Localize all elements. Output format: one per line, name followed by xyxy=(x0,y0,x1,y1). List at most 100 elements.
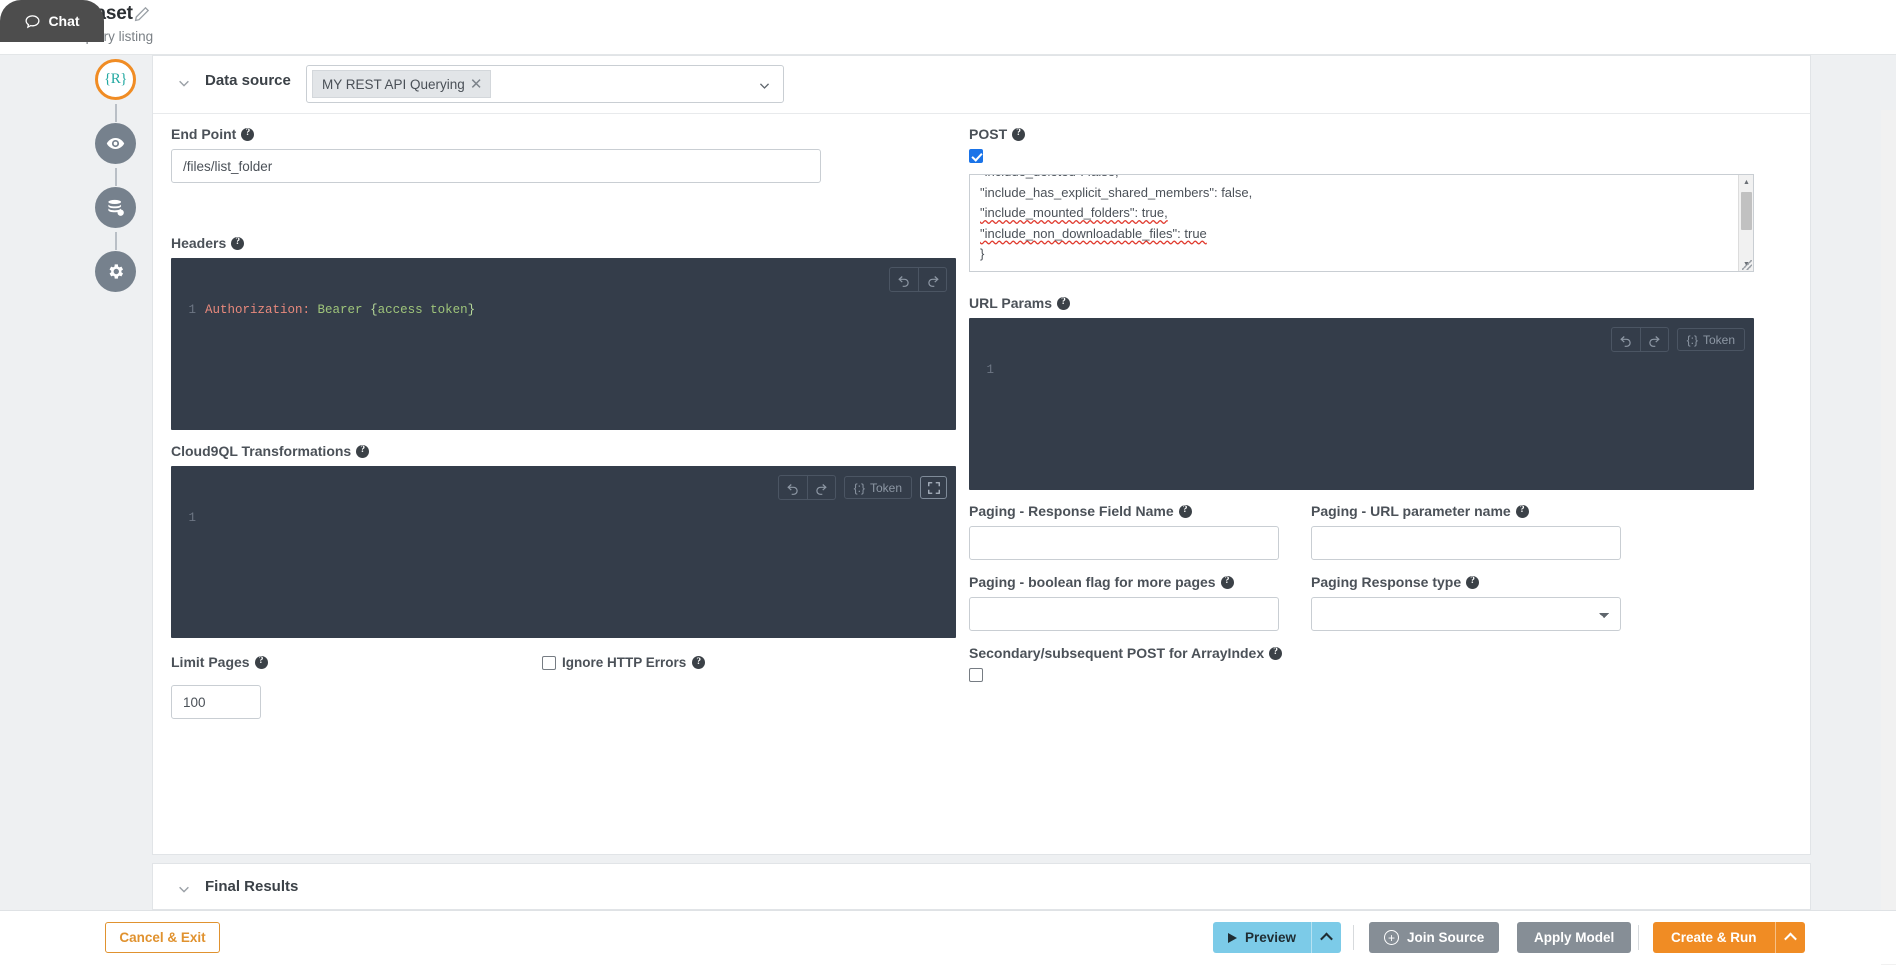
cancel-exit-button[interactable]: Cancel & Exit xyxy=(105,922,220,953)
redo-icon[interactable] xyxy=(1640,328,1668,351)
ignore-http-errors-checkbox[interactable] xyxy=(542,656,556,670)
data-source-row: Data source MY REST API Querying ✕ xyxy=(153,56,1810,114)
token-label: Token xyxy=(1703,333,1735,347)
headers-label-text: Headers xyxy=(171,235,226,251)
join-source-label: Join Source xyxy=(1407,930,1484,945)
pencil-icon[interactable] xyxy=(134,6,150,22)
paging-response-field-group: Paging - Response Field Name ? xyxy=(969,503,1279,560)
post-enabled-checkbox[interactable] xyxy=(969,149,983,163)
sidebar-item-preview[interactable] xyxy=(95,123,136,164)
code-token-key: Authorization: xyxy=(205,303,310,317)
cloud9ql-label-text: Cloud9QL Transformations xyxy=(171,443,351,459)
caret-up-icon xyxy=(1320,933,1333,946)
post-body-textarea[interactable]: "include_deleted": false, "include_has_e… xyxy=(969,174,1754,272)
ignore-http-errors-label: Ignore HTTP Errors xyxy=(562,655,686,670)
undo-icon[interactable] xyxy=(1612,328,1640,351)
create-run-button[interactable]: Create & Run xyxy=(1653,922,1775,953)
help-icon[interactable]: ? xyxy=(1269,647,1282,660)
paging-response-field-label-text: Paging - Response Field Name xyxy=(969,503,1174,519)
help-icon[interactable]: ? xyxy=(255,656,268,669)
left-column: End Point ? Headers ? xyxy=(171,126,971,724)
final-results-title: Final Results xyxy=(205,878,298,895)
post-label-text: POST xyxy=(969,126,1007,142)
plus-circle-icon: + xyxy=(1384,930,1399,945)
url-params-label: URL Params ? xyxy=(969,295,1789,311)
sidebar-item-dataset[interactable] xyxy=(95,187,136,228)
apply-model-button[interactable]: Apply Model xyxy=(1517,922,1631,953)
page-body: {R} xyxy=(0,55,1896,910)
paging-boolean-flag-input[interactable] xyxy=(969,597,1279,631)
help-icon[interactable]: ? xyxy=(1012,128,1025,141)
rest-api-icon: {R} xyxy=(104,71,127,88)
chevron-down-icon[interactable] xyxy=(177,882,191,896)
help-icon[interactable]: ? xyxy=(1466,576,1479,589)
preview-button[interactable]: Preview xyxy=(1213,922,1311,953)
help-icon[interactable]: ? xyxy=(692,656,705,669)
post-body-content: "include_deleted": false, "include_has_e… xyxy=(970,174,1735,269)
data-source-chip-label: MY REST API Querying xyxy=(322,77,465,92)
expand-icon[interactable] xyxy=(920,476,947,499)
help-icon[interactable]: ? xyxy=(241,128,254,141)
help-icon[interactable]: ? xyxy=(356,445,369,458)
paging-response-type-label-text: Paging Response type xyxy=(1311,574,1461,590)
end-point-input[interactable] xyxy=(171,149,821,183)
redo-icon[interactable] xyxy=(918,268,946,291)
help-icon[interactable]: ? xyxy=(1179,505,1192,518)
post-line-2: "include_mounted_folders": true, xyxy=(980,205,1168,220)
help-icon[interactable]: ? xyxy=(231,237,244,250)
headers-editor[interactable]: 1 Authorization: Bearer {access token} xyxy=(171,258,956,430)
line-number: 1 xyxy=(171,510,205,527)
footer-action-bar: Cancel & Exit Preview + Join Source Appl… xyxy=(0,910,1896,964)
url-params-editor-toolbar: {:} Token xyxy=(1611,327,1745,352)
code-token-value: Bearer xyxy=(318,303,363,317)
paging-response-field-input[interactable] xyxy=(969,526,1279,560)
sidebar-item-rest-api[interactable]: {R} xyxy=(95,59,136,100)
create-run-options-button[interactable] xyxy=(1775,922,1805,953)
chevron-down-icon[interactable] xyxy=(758,79,771,92)
chat-widget[interactable]: Chat xyxy=(0,0,104,42)
help-icon[interactable]: ? xyxy=(1221,576,1234,589)
join-source-button[interactable]: + Join Source xyxy=(1369,922,1499,953)
undo-icon[interactable] xyxy=(890,268,918,291)
undo-redo-group xyxy=(778,475,836,500)
help-icon[interactable]: ? xyxy=(1057,297,1070,310)
insert-token-button[interactable]: {:} Token xyxy=(1677,328,1745,351)
ignore-http-errors-row[interactable]: Ignore HTTP Errors ? xyxy=(542,655,705,670)
data-source-chip[interactable]: MY REST API Querying ✕ xyxy=(312,70,491,98)
undo-icon[interactable] xyxy=(779,476,807,499)
redo-icon[interactable] xyxy=(807,476,835,499)
preview-options-button[interactable] xyxy=(1311,922,1341,953)
chevron-down-icon[interactable] xyxy=(177,76,191,90)
rest-api-config-card: Data source MY REST API Querying ✕ End P… xyxy=(152,55,1811,855)
create-run-split-button: Create & Run xyxy=(1653,922,1805,953)
final-results-section: Final Results xyxy=(152,863,1811,910)
sidebar-item-settings[interactable] xyxy=(95,251,136,292)
paging-url-param-input[interactable] xyxy=(1311,526,1621,560)
paging-response-field-label: Paging - Response Field Name ? xyxy=(969,503,1279,519)
chat-label: Chat xyxy=(48,13,79,29)
paging-response-type-select[interactable] xyxy=(1311,597,1621,631)
page-scrollbar[interactable] xyxy=(1881,110,1896,965)
scroll-up-icon[interactable]: ▲ xyxy=(1739,175,1754,189)
cloud9ql-editor[interactable]: {:} Token 1 xyxy=(171,466,956,638)
post-label: POST ? xyxy=(969,126,1789,142)
scrollbar-thumb[interactable] xyxy=(1741,192,1752,230)
secondary-post-label-text: Secondary/subsequent POST for ArrayIndex xyxy=(969,645,1264,661)
data-source-select[interactable]: MY REST API Querying ✕ xyxy=(306,65,784,103)
post-scrollbar[interactable]: ▲ ▼ xyxy=(1738,175,1753,271)
resize-handle[interactable] xyxy=(1742,260,1752,270)
limit-pages-input[interactable] xyxy=(171,685,261,719)
step-rail: {R} xyxy=(0,55,152,910)
close-icon[interactable]: ✕ xyxy=(470,77,483,92)
footer-divider xyxy=(1638,925,1639,950)
cloud9ql-label: Cloud9QL Transformations ? xyxy=(171,443,971,459)
secondary-post-label: Secondary/subsequent POST for ArrayIndex… xyxy=(969,645,1789,661)
insert-token-button[interactable]: {:} Token xyxy=(844,476,912,499)
url-params-editor[interactable]: {:} Token 1 xyxy=(969,318,1754,490)
help-icon[interactable]: ? xyxy=(1516,505,1529,518)
paging-boolean-flag-label: Paging - boolean flag for more pages ? xyxy=(969,574,1279,590)
post-line-3: "include_non_downloadable_files": true xyxy=(980,226,1207,241)
gear-icon xyxy=(106,262,125,281)
secondary-post-checkbox[interactable] xyxy=(969,668,983,682)
paging-url-param-label-text: Paging - URL parameter name xyxy=(1311,503,1511,519)
